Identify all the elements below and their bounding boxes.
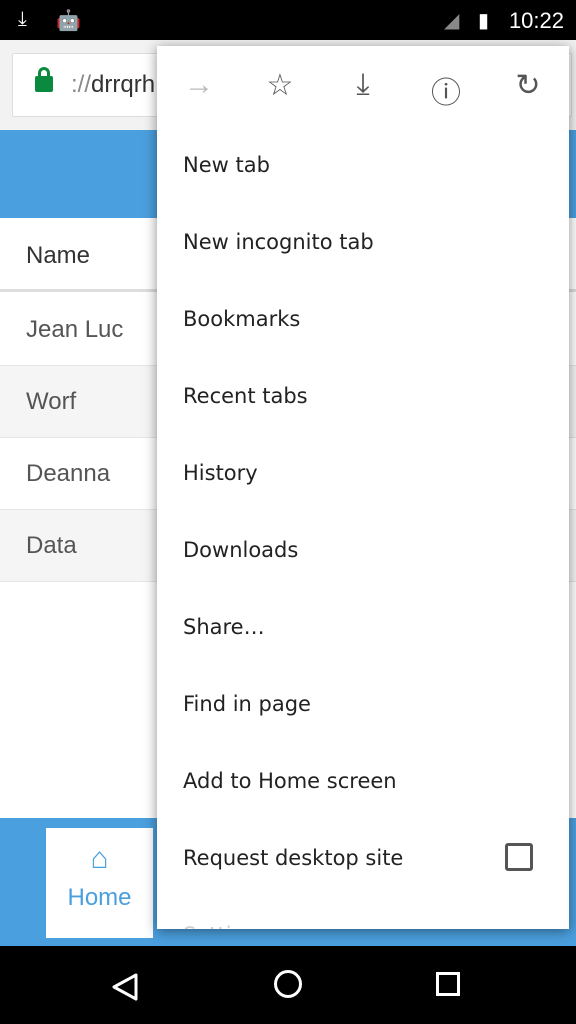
info-icon[interactable]: ⓘ: [426, 68, 466, 112]
home-icon: ⌂: [90, 842, 109, 875]
reload-icon[interactable]: ↻: [508, 68, 548, 103]
url-host: drrqrh: [91, 71, 156, 98]
menu-item-downloads[interactable]: Downloads: [157, 511, 569, 588]
request-desktop-checkbox[interactable]: [505, 843, 533, 871]
menu-item-request-desktop-site[interactable]: Request desktop site: [157, 819, 569, 896]
menu-item-recent-tabs[interactable]: Recent tabs: [157, 357, 569, 434]
menu-item-share[interactable]: Share…: [157, 588, 569, 665]
battery-icon: ▮: [478, 10, 490, 32]
menu-item-find-in-page[interactable]: Find in page: [157, 665, 569, 742]
lock-icon: [35, 67, 53, 92]
menu-icon-row: → ☆ ⤓ ⓘ ↻: [157, 46, 569, 126]
request-desktop-label: Request desktop site: [183, 845, 404, 870]
browser-menu: → ☆ ⤓ ⓘ ↻ New tab New incognito tab Book…: [157, 46, 569, 929]
home-button[interactable]: [274, 970, 302, 998]
android-icon: 🤖: [56, 10, 81, 32]
back-button[interactable]: [112, 973, 138, 1001]
android-nav-bar: [0, 946, 576, 1024]
home-label: Home: [67, 884, 132, 911]
forward-icon[interactable]: →: [179, 68, 219, 102]
signal-icon: ◢: [444, 10, 460, 32]
menu-item-settings[interactable]: Settings: [157, 896, 569, 930]
star-icon[interactable]: ☆: [260, 68, 300, 103]
menu-item-new-incognito-tab[interactable]: New incognito tab: [157, 203, 569, 280]
url-scheme: ://: [71, 71, 92, 98]
clock: 10:22: [508, 8, 564, 33]
home-tab[interactable]: ⌂ Home: [46, 828, 153, 938]
menu-item-history[interactable]: History: [157, 434, 569, 511]
recents-button[interactable]: [436, 972, 460, 996]
menu-item-add-to-home-screen[interactable]: Add to Home screen: [157, 742, 569, 819]
download-icon[interactable]: ⤓: [343, 68, 383, 102]
status-bar: ⤓ 🤖 ◢ ▮ 10:22: [0, 0, 576, 40]
menu-item-bookmarks[interactable]: Bookmarks: [157, 280, 569, 357]
menu-item-new-tab[interactable]: New tab: [157, 126, 569, 203]
download-notification-icon: ⤓: [18, 8, 27, 30]
